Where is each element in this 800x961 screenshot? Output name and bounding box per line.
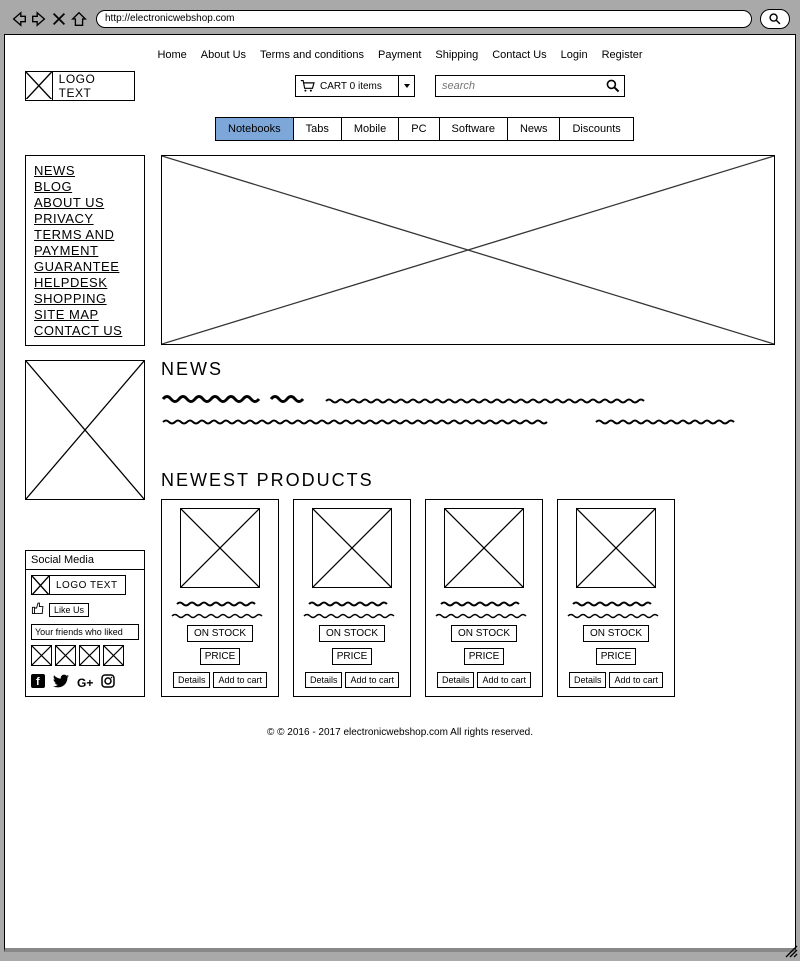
newest-products-heading: NEWEST PRODUCTS xyxy=(161,470,775,491)
price-badge: PRICE xyxy=(464,648,505,665)
details-button[interactable]: Details xyxy=(173,672,211,688)
price-badge: PRICE xyxy=(332,648,373,665)
sidebar-item-contact[interactable]: CONTACT US xyxy=(34,323,136,338)
sidebar-item-helpdesk[interactable]: HELPDESK xyxy=(34,275,136,290)
category-tabs: Notebooks Tabs Mobile PC Software News D… xyxy=(215,117,634,141)
sidebar-item-blog[interactable]: BLOG xyxy=(34,179,136,194)
tab-news[interactable]: News xyxy=(508,118,561,140)
stop-icon[interactable] xyxy=(50,10,68,28)
tab-discounts[interactable]: Discounts xyxy=(560,118,632,140)
topnav-about[interactable]: About Us xyxy=(201,49,246,61)
price-badge: PRICE xyxy=(596,648,637,665)
topnav-contact[interactable]: Contact Us xyxy=(492,49,546,61)
add-to-cart-button[interactable]: Add to cart xyxy=(609,672,663,688)
product-card: ON STOCK PRICE Details Add to cart xyxy=(557,499,675,697)
friend-thumb xyxy=(31,645,52,666)
cart-dropdown-icon[interactable] xyxy=(398,76,414,96)
cart-widget[interactable]: CART 0 items xyxy=(295,75,415,97)
sidebar-item-shopping[interactable]: SHOPPING xyxy=(34,291,136,306)
social-title: Social Media xyxy=(26,551,144,570)
topnav-login[interactable]: Login xyxy=(561,49,588,61)
topnav-shipping[interactable]: Shipping xyxy=(435,49,478,61)
product-card: ON STOCK PRICE Details Add to cart xyxy=(293,499,411,697)
like-button[interactable]: Like Us xyxy=(49,603,89,617)
logo[interactable]: LOGO TEXT xyxy=(25,71,135,101)
browser-toolbar: http://electronicwebshop.com xyxy=(4,4,796,34)
details-button[interactable]: Details xyxy=(569,672,607,688)
facebook-icon[interactable]: f xyxy=(31,674,45,691)
footer-copyright: © © 2016 - 2017 electronicwebshop.com Al… xyxy=(25,727,775,738)
news-body-placeholder xyxy=(161,388,775,434)
product-card: ON STOCK PRICE Details Add to cart xyxy=(425,499,543,697)
friend-thumb xyxy=(55,645,76,666)
product-image-placeholder xyxy=(312,508,392,588)
price-badge: PRICE xyxy=(200,648,241,665)
sidebar-item-privacy[interactable]: PRIVACY xyxy=(34,211,136,226)
home-icon[interactable] xyxy=(70,10,88,28)
social-media-widget: Social Media LOGO TEXT Like xyxy=(25,550,145,697)
details-button[interactable]: Details xyxy=(305,672,343,688)
product-image-placeholder xyxy=(576,508,656,588)
product-card: ON STOCK PRICE Details Add to cart xyxy=(161,499,279,697)
add-to-cart-button[interactable]: Add to cart xyxy=(345,672,399,688)
friends-who-liked: Your friends who liked xyxy=(31,624,139,640)
add-to-cart-button[interactable]: Add to cart xyxy=(477,672,531,688)
forward-icon[interactable] xyxy=(30,10,48,28)
sidebar-item-about[interactable]: ABOUT US xyxy=(34,195,136,210)
topnav-terms[interactable]: Terms and conditions xyxy=(260,49,364,61)
sidebar-item-guarantee[interactable]: GUARANTEE xyxy=(34,259,136,274)
back-icon[interactable] xyxy=(10,10,28,28)
sidebar-item-news[interactable]: NEWS xyxy=(34,163,136,178)
tab-software[interactable]: Software xyxy=(440,118,508,140)
product-image-placeholder xyxy=(444,508,524,588)
googleplus-icon[interactable]: G+ xyxy=(77,676,93,690)
social-logo-text: LOGO TEXT xyxy=(50,580,124,591)
topnav-payment[interactable]: Payment xyxy=(378,49,421,61)
friend-thumb xyxy=(79,645,100,666)
tab-mobile[interactable]: Mobile xyxy=(342,118,399,140)
product-image-placeholder xyxy=(180,508,260,588)
news-heading: NEWS xyxy=(161,359,775,380)
details-button[interactable]: Details xyxy=(437,672,475,688)
friend-thumb xyxy=(103,645,124,666)
twitter-icon[interactable] xyxy=(53,674,69,691)
instagram-icon[interactable] xyxy=(101,674,115,691)
svg-text:f: f xyxy=(36,676,40,688)
search-input[interactable] xyxy=(436,80,602,92)
search-icon[interactable] xyxy=(602,78,624,94)
stock-badge: ON STOCK xyxy=(187,625,253,642)
friend-thumbnails xyxy=(31,645,139,666)
page-content: Home About Us Terms and conditions Payme… xyxy=(4,34,796,952)
sidebar-item-sitemap[interactable]: SITE MAP xyxy=(34,307,136,322)
url-bar[interactable]: http://electronicwebshop.com xyxy=(96,10,752,28)
thumbs-up-icon[interactable] xyxy=(31,601,45,618)
hero-image-placeholder xyxy=(161,155,775,345)
topnav-home[interactable]: Home xyxy=(157,49,186,61)
stock-badge: ON STOCK xyxy=(319,625,385,642)
browser-search-icon[interactable] xyxy=(760,9,790,29)
logo-text: LOGO TEXT xyxy=(53,72,134,100)
social-logo-icon xyxy=(32,576,50,594)
cart-label: CART 0 items xyxy=(318,81,398,92)
cart-icon xyxy=(296,79,318,93)
top-nav: Home About Us Terms and conditions Payme… xyxy=(25,49,775,61)
tab-tabs[interactable]: Tabs xyxy=(294,118,342,140)
social-logo: LOGO TEXT xyxy=(31,575,126,595)
tab-pc[interactable]: PC xyxy=(399,118,439,140)
topnav-register[interactable]: Register xyxy=(602,49,643,61)
sidebar-item-terms[interactable]: TERMS AND xyxy=(34,227,136,242)
sidebar-item-payment[interactable]: PAYMENT xyxy=(34,243,136,258)
stock-badge: ON STOCK xyxy=(583,625,649,642)
stock-badge: ON STOCK xyxy=(451,625,517,642)
add-to-cart-button[interactable]: Add to cart xyxy=(213,672,267,688)
search-box xyxy=(435,75,625,97)
resize-grip-icon[interactable] xyxy=(784,944,798,958)
sidebar-links: NEWS BLOG ABOUT US PRIVACY TERMS AND PAY… xyxy=(25,155,145,346)
tab-notebooks[interactable]: Notebooks xyxy=(216,118,294,140)
logo-image-placeholder-icon xyxy=(26,72,53,100)
sidebar-image-placeholder xyxy=(25,360,145,500)
product-grid: ON STOCK PRICE Details Add to cart ON ST… xyxy=(161,499,775,697)
